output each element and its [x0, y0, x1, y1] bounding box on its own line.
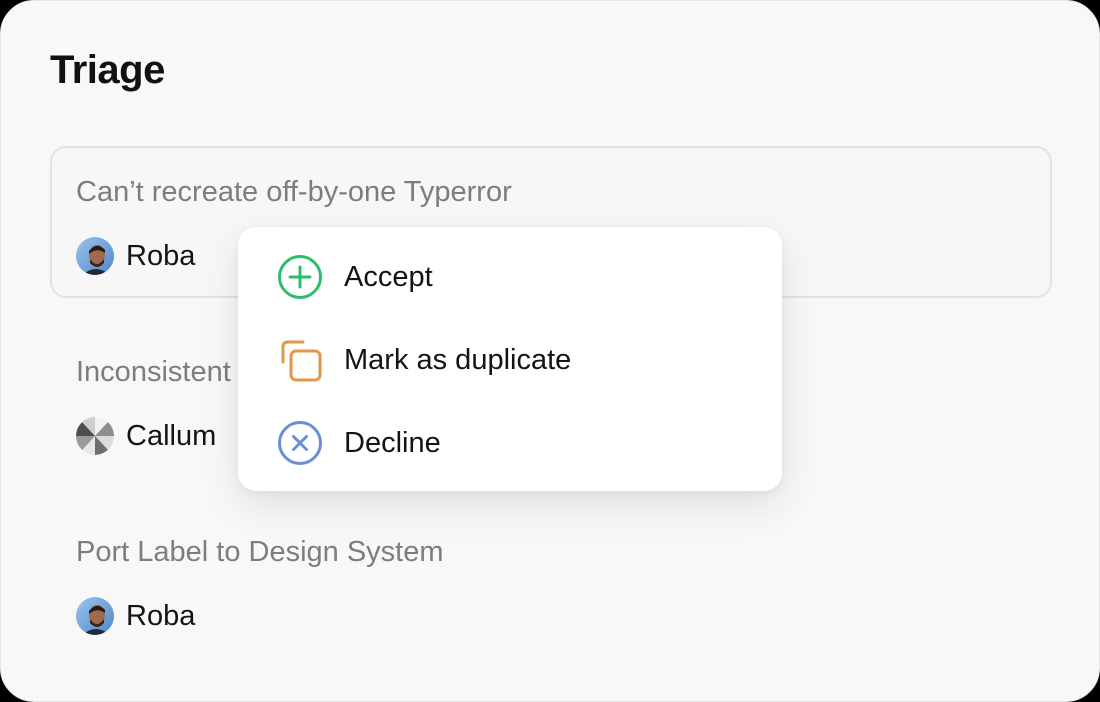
avatar [76, 597, 114, 635]
context-menu: Accept Mark as duplicate Decline [238, 227, 782, 491]
menu-item-decline[interactable]: Decline [276, 415, 441, 471]
menu-item-mark-as-duplicate[interactable]: Mark as duplicate [276, 332, 571, 388]
avatar [76, 237, 114, 275]
x-circle-icon [276, 419, 324, 467]
issue-assignee: Roba [76, 596, 195, 636]
triage-panel: Triage Can’t recreate off-by-one Typerro… [0, 0, 1100, 702]
avatar [76, 417, 114, 455]
assignee-name: Roba [126, 240, 196, 272]
issue-assignee: Callum [76, 416, 216, 456]
plus-circle-icon [276, 253, 324, 301]
menu-item-label: Accept [344, 261, 433, 293]
issue-title: Port Label to Design System [76, 536, 444, 568]
issue-assignee: Roba [76, 236, 195, 276]
duplicate-icon [276, 336, 324, 384]
menu-item-label: Mark as duplicate [344, 344, 572, 376]
assignee-name: Callum [126, 420, 217, 452]
assignee-name: Roba [126, 600, 196, 632]
menu-item-label: Decline [344, 427, 441, 459]
issue-title: Can’t recreate off-by-one Typerror [76, 176, 512, 208]
issue-title: Inconsistent [76, 356, 231, 388]
issue-card[interactable]: Port Label to Design System Roba [50, 506, 1052, 646]
page-title: Triage [50, 48, 165, 92]
menu-item-accept[interactable]: Accept [276, 249, 433, 305]
